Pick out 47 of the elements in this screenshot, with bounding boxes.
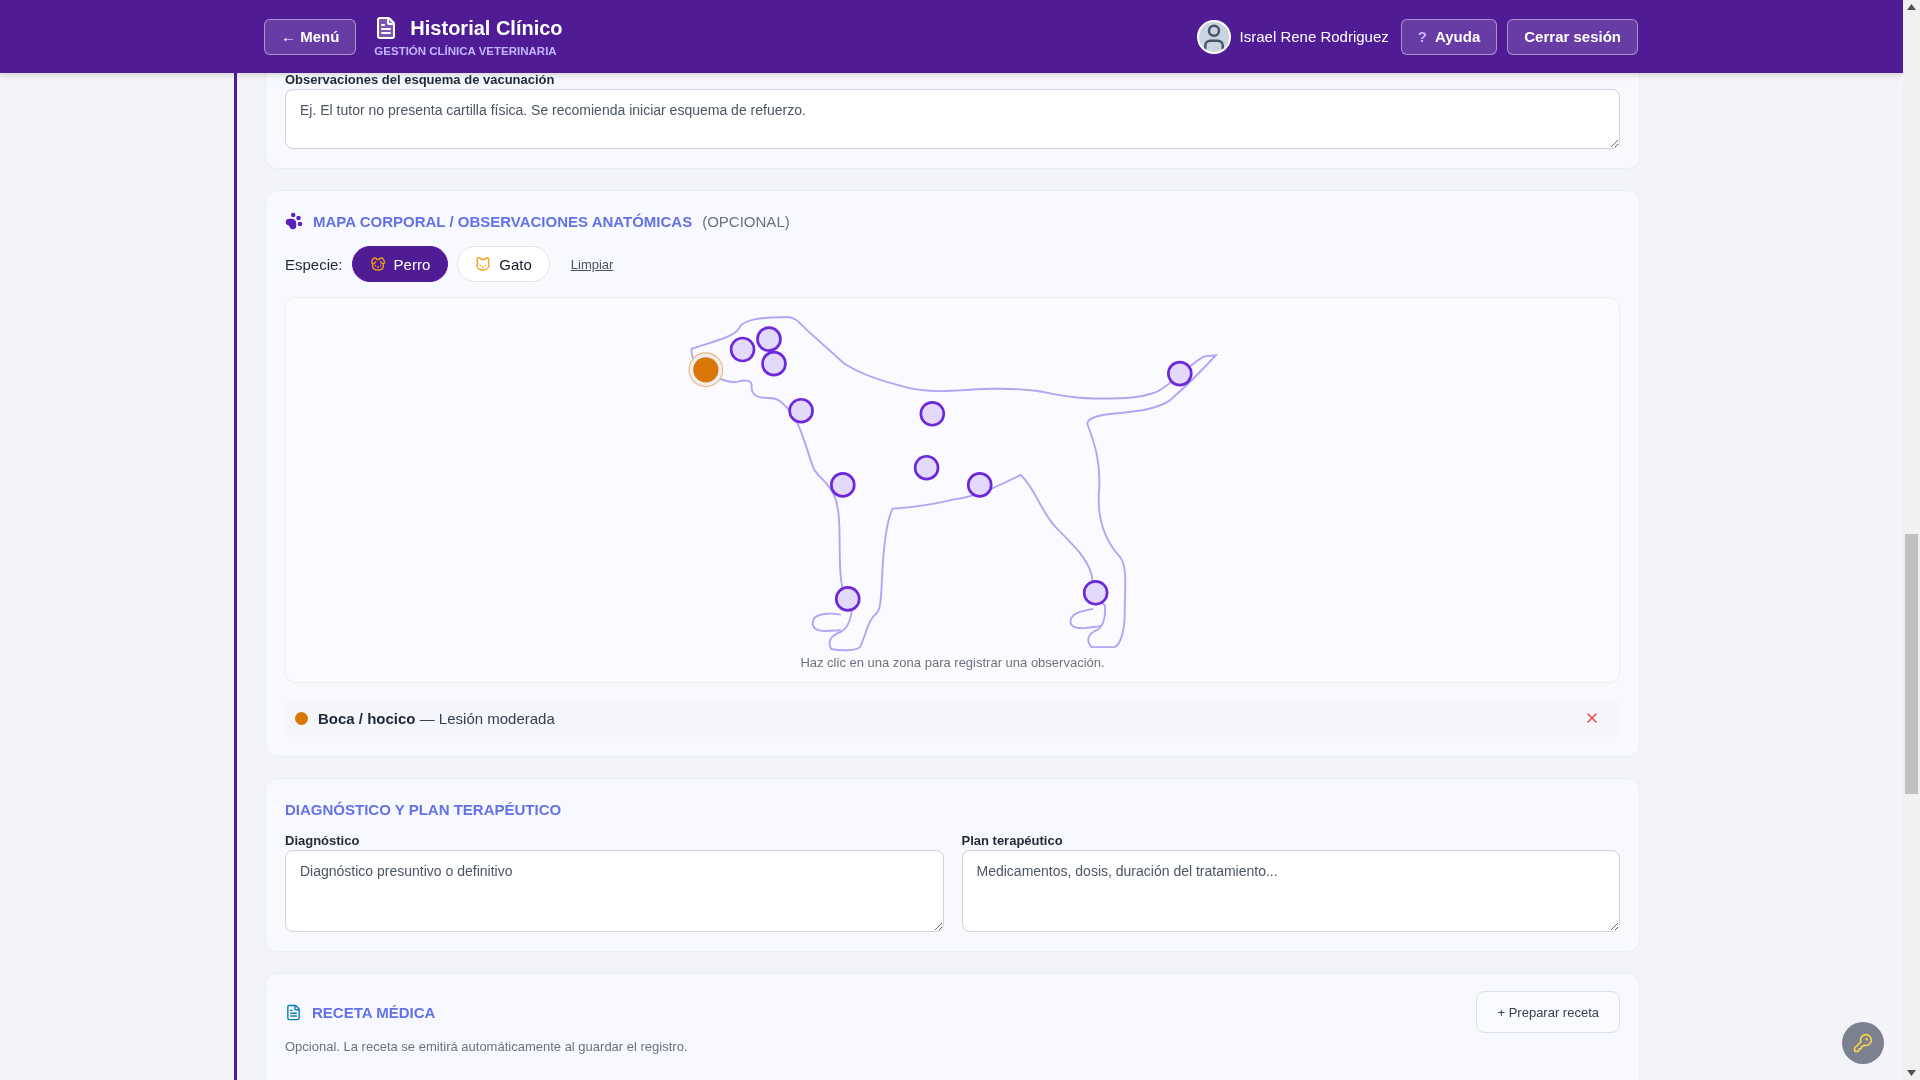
body-zone-marker[interactable] [1082, 580, 1108, 606]
field-label: Plan terapéutico [961, 834, 1064, 848]
body-zone-marker[interactable] [787, 397, 814, 424]
body-zone-marker[interactable] [829, 472, 856, 498]
body-zone-marker[interactable] [834, 586, 861, 612]
body-zone-marker[interactable] [913, 454, 939, 481]
key-icon [1853, 1033, 1873, 1053]
user-avatar-icon[interactable] [1196, 19, 1231, 54]
text-area-field[interactable]: Diagnóstico presuntivo o definitivo [285, 850, 944, 932]
vaccination-notes-field[interactable]: Ej. El tutor no presenta cartilla física. Se recomienda iniciar esquema de refuerzo. [285, 89, 1620, 149]
section-title: DIAGNÓSTICO Y PLAN TERAPÉUTICO [285, 800, 562, 818]
observation-text: Boca / hocico — Lesión moderada [318, 709, 556, 727]
optional-label: (OPCIONAL) [702, 212, 790, 230]
text-area-field[interactable]: Medicamentos, dosis, duración del tratamiento... [961, 850, 1620, 932]
clear-link[interactable]: Limpiar [570, 256, 614, 272]
cat-icon [475, 256, 492, 272]
page-subtitle: GESTIÓN CLÍNICA VETERINARIA [374, 45, 558, 57]
body-zone-marker[interactable] [919, 400, 945, 427]
species-option[interactable]: Gato [457, 246, 550, 282]
scroll-down-icon[interactable] [1907, 1070, 1916, 1076]
key-button[interactable] [1842, 1022, 1884, 1064]
scrollbar-thumb[interactable] [1905, 534, 1918, 794]
paw-icon [285, 212, 303, 230]
field-label: Diagnóstico [285, 834, 361, 848]
page-title: Historial Clínico [410, 16, 563, 40]
section-title: RECETA MÉDICA [312, 1003, 436, 1021]
user-name: Israel Rene Rodriguez [1239, 28, 1389, 45]
species-label: Especie: [285, 255, 343, 273]
scrollbar[interactable] [1903, 0, 1920, 1080]
help-button[interactable]: ? Ayuda [1400, 18, 1498, 55]
body-map-hint: Haz clic en una zona para registrar una observación. [800, 655, 1105, 670]
logout-button[interactable]: Cerrar sesión [1507, 18, 1638, 55]
body-zone-marker[interactable] [729, 336, 755, 363]
menu-button[interactable]: ← Menú [264, 18, 357, 55]
body-zone-marker[interactable] [760, 350, 787, 377]
species-option[interactable]: Perro [351, 246, 449, 282]
scroll-up-icon[interactable] [1907, 4, 1916, 10]
prescription-note: Opcional. La receta se emitirá automáticamente al guardar el registro. [285, 1039, 689, 1054]
prepare-prescription-button[interactable]: + Preparar receta [1476, 991, 1620, 1033]
section-title: MAPA CORPORAL / OBSERVACIONES ANATÓMICAS [313, 212, 693, 230]
body-zone-marker[interactable] [966, 472, 993, 498]
dog-icon [369, 256, 386, 272]
document-icon [285, 1003, 302, 1021]
body-zone-marker[interactable] [1166, 360, 1193, 387]
body-zone-marker[interactable] [755, 326, 782, 352]
field-label: Observaciones del esquema de vacunación [285, 73, 556, 87]
body-zone-marker[interactable] [687, 352, 723, 388]
